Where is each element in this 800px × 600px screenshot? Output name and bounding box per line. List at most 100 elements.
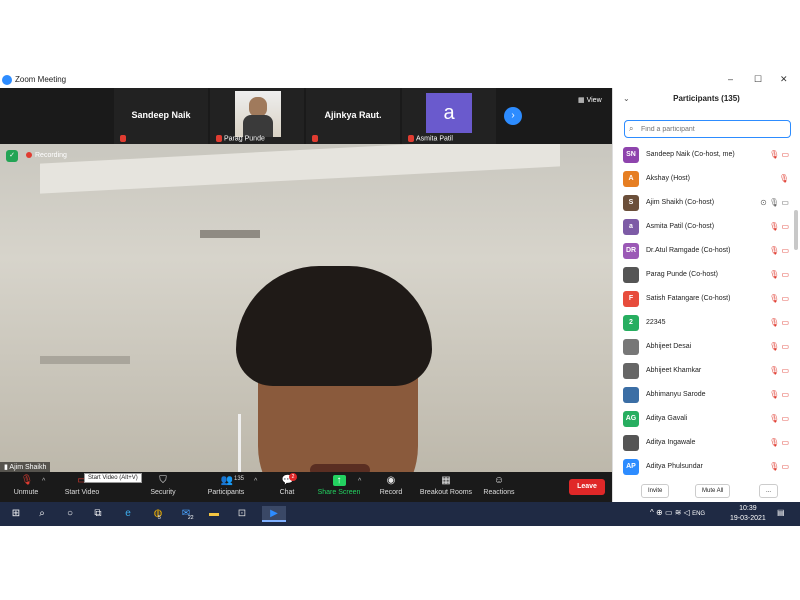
search-icon: ⌕	[629, 124, 634, 133]
participant-status-icons[interactable]: 🎙 ▭	[769, 390, 789, 399]
more-button[interactable]: ...	[759, 484, 779, 498]
participant-status-icons[interactable]: 🎙 ▭	[769, 366, 789, 375]
audio-options-caret-icon[interactable]: ^	[42, 478, 45, 485]
share-screen-button[interactable]: ↑ Share Screen	[316, 472, 362, 502]
participant-list-scrollbar[interactable]	[794, 210, 798, 250]
participant-status-icons[interactable]: 🎙 ▭	[769, 438, 789, 447]
participant-row[interactable]: AG Aditya Gavali 🎙 ▭	[613, 408, 793, 432]
participant-status-icons[interactable]: 🎙 ▭	[769, 462, 789, 471]
close-icon[interactable]: ✕	[780, 74, 788, 85]
recording-indicator[interactable]: Recording	[26, 152, 67, 159]
avatar: F	[623, 291, 639, 307]
participant-status-icons[interactable]: 🎙	[779, 174, 789, 183]
search-icon[interactable]: ⌕	[34, 506, 50, 522]
security-button[interactable]: ⛉ Security	[146, 472, 180, 502]
tile-asmita-patil[interactable]: a Asmita Patil	[402, 88, 496, 144]
notifications-icon[interactable]: ▤	[777, 508, 785, 517]
participant-name: Abhijeet Khamkar	[646, 367, 702, 374]
avatar: AG	[623, 411, 639, 427]
participant-row[interactable]: A Akshay (Host) 🎙	[613, 168, 793, 192]
participant-row[interactable]: DR Dr.Atul Ramgade (Co-host) 🎙 ▭	[613, 240, 793, 264]
encryption-shield-icon[interactable]: ✓	[6, 150, 18, 162]
participant-photo	[235, 91, 281, 137]
edge-icon[interactable]: e	[120, 506, 136, 522]
avatar: A	[623, 171, 639, 187]
mute-all-button[interactable]: Mute All	[695, 484, 731, 498]
participant-status-icons[interactable]: 🎙 ▭	[769, 342, 789, 351]
participant-status-icons[interactable]: 🎙 ▭	[769, 414, 789, 423]
avatar	[623, 363, 639, 379]
record-button[interactable]: ◉ Record	[376, 472, 406, 502]
breakout-rooms-button[interactable]: ▦ Breakout Rooms	[418, 472, 474, 502]
participant-row[interactable]: Parag Punde (Co-host) 🎙 ▭	[613, 264, 793, 288]
participant-row[interactable]: 2 22345 🎙 ▭	[613, 312, 793, 336]
leave-button[interactable]: Leave	[569, 479, 605, 495]
participant-status-icons[interactable]: 🎙 ▭	[769, 270, 789, 279]
wifi-icon[interactable]: ≋	[675, 508, 682, 517]
volume-icon[interactable]: ◁	[684, 508, 690, 517]
tile-label: Parag Punde	[224, 135, 265, 142]
participant-status-icons[interactable]: 🎙 ▭	[769, 294, 789, 303]
participant-row[interactable]: Aditya Ingawale 🎙 ▭	[613, 432, 793, 456]
participant-search-input[interactable]	[624, 120, 791, 138]
store-icon[interactable]: ⊡	[234, 506, 250, 522]
avatar: S	[623, 195, 639, 211]
smiley-icon: ☺	[493, 475, 505, 486]
tile-sandeep-naik[interactable]: Sandeep Naik	[114, 88, 208, 144]
file-explorer-icon[interactable]: ▬	[206, 506, 222, 522]
clock-time: 10:39	[739, 505, 757, 512]
minimize-icon[interactable]: –	[728, 74, 733, 84]
mic-off-icon: 🎙	[20, 475, 34, 486]
participant-status-icons[interactable]: ⊙ 🎙 ▭	[760, 198, 789, 207]
zoom-window: Zoom Meeting – ☐ ✕ Sandeep Naik Parag Pu…	[0, 72, 800, 526]
tile-label: Asmita Patil	[416, 135, 453, 142]
share-options-caret-icon[interactable]: ^	[358, 478, 361, 485]
windows-start-icon[interactable]: ⊞	[8, 506, 24, 522]
participant-name: Parag Punde (Co-host)	[646, 271, 718, 278]
avatar: a	[623, 219, 639, 235]
language-indicator[interactable]: ENG	[692, 511, 705, 517]
participants-options-caret-icon[interactable]: ^	[254, 478, 257, 485]
tile-ajinkya-raut[interactable]: Ajinkya Raut.	[306, 88, 400, 144]
mic-muted-icon	[408, 134, 414, 142]
participant-row[interactable]: Abhijeet Khamkar 🎙 ▭	[613, 360, 793, 384]
participant-name: Satish Fatangare (Co-host)	[646, 295, 731, 302]
tile-parag-punde[interactable]: Parag Punde	[210, 88, 304, 144]
participant-row[interactable]: SN Sandeep Naik (Co-host, me) 🎙 ▭	[613, 144, 793, 168]
network-icon[interactable]: ⊕	[656, 508, 663, 517]
participant-row[interactable]: a Asmita Patil (Co-host) 🎙 ▭	[613, 216, 793, 240]
grid-icon: ▦	[578, 97, 585, 104]
participant-status-icons[interactable]: 🎙 ▭	[769, 246, 789, 255]
view-button[interactable]: ▦ View	[578, 96, 602, 104]
unmute-button[interactable]: 🎙 Unmute	[6, 472, 46, 502]
maximize-icon[interactable]: ☐	[754, 74, 762, 85]
shield-icon: ⛉	[159, 475, 167, 486]
avatar: DR	[623, 243, 639, 259]
reactions-button[interactable]: ☺ Reactions	[482, 472, 516, 502]
participant-row[interactable]: F Satish Fatangare (Co-host) 🎙 ▭	[613, 288, 793, 312]
zoom-taskbar-icon[interactable]: ▶	[262, 506, 286, 522]
participant-row[interactable]: AP Aditya Phulsundar 🎙 ▭	[613, 456, 793, 480]
cortana-icon[interactable]: ○	[62, 506, 78, 522]
avatar: AP	[623, 459, 639, 475]
task-view-icon[interactable]: ⧉	[90, 506, 106, 522]
battery-icon[interactable]: ▭	[665, 508, 673, 517]
participants-icon: 👥	[220, 475, 233, 486]
participant-row[interactable]: S Ajim Shaikh (Co-host) ⊙ 🎙 ▭	[613, 192, 793, 216]
clock-date: 19-03-2021	[730, 515, 766, 522]
participants-panel: ⌄ Participants (135) ⌕ SNSandeep Naik (C…	[612, 88, 800, 502]
invite-button[interactable]: Invite	[641, 484, 670, 498]
system-tray: ^ ⊕ ▭ ≋ ◁ ENG	[650, 508, 705, 517]
clock[interactable]: 10:39 19-03-2021	[730, 504, 766, 524]
participant-status-icons[interactable]: 🎙 ▭	[769, 318, 789, 327]
participant-row[interactable]: Abhijeet Desai 🎙 ▭	[613, 336, 793, 360]
tray-expand-icon[interactable]: ^	[650, 508, 654, 517]
participant-status-icons[interactable]: 🎙 ▭	[769, 222, 789, 231]
participant-status-icons[interactable]: 🎙 ▭	[769, 150, 789, 159]
participant-row[interactable]: Abhimanyu Sarode 🎙 ▭	[613, 384, 793, 408]
participant-name: Aditya Gavali	[646, 415, 688, 422]
share-screen-icon: ↑	[332, 475, 346, 486]
mail-badge: 22	[188, 515, 194, 521]
active-speaker-video: ✓ Recording ▮ Ajim Shaikh	[0, 144, 612, 472]
next-page-button[interactable]: ›	[504, 107, 522, 125]
